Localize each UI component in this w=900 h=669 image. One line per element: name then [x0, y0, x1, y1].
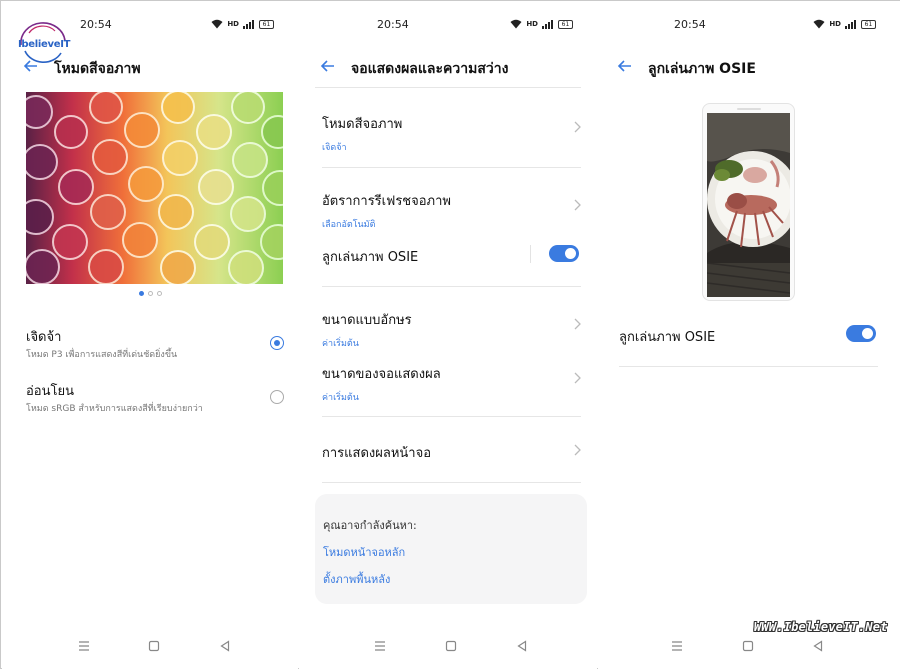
logo-wordmark: IbelieveIT	[18, 39, 71, 50]
suggestions-card: คุณอาจกำลังค้นหา: โหมดหน้าจอหลัก ตั้งภาพ…	[315, 494, 587, 604]
settings-row-osie[interactable]: ลูกเล่นภาพ OSIE	[322, 245, 581, 266]
menu-icon[interactable]	[373, 639, 387, 653]
row-title: ขนาดแบบอักษร	[322, 313, 412, 328]
chevron-right-icon	[573, 372, 581, 384]
color-mode-option-gentle[interactable]: อ่อนโยน โหมด sRGB สำหรับการแสดงสีที่เรีย…	[26, 380, 284, 420]
pager-dot[interactable]	[156, 291, 162, 296]
suggestion-link-home-screen-mode[interactable]: โหมดหน้าจอหลัก	[323, 543, 405, 561]
home-square-icon[interactable]	[444, 639, 458, 653]
status-time: 20:54	[674, 18, 706, 31]
screen-color-mode: 20:54 HD 61 โหมดสีจอภาพ เจิดจ้า โหมด P3 …	[2, 1, 298, 669]
battery-icon: 61	[259, 19, 274, 29]
radio-unselected[interactable]	[270, 390, 284, 404]
osie-toggle-switch[interactable]	[846, 325, 876, 342]
divider	[322, 286, 581, 287]
row-title: ขนาดของจอแสดงผล	[322, 367, 441, 382]
system-nav-bar	[2, 639, 298, 655]
dual-sim-icon: HD	[829, 20, 841, 28]
row-value: ค่าเริ่มต้น	[322, 393, 359, 403]
chevron-right-icon	[573, 199, 581, 211]
wifi-icon	[211, 19, 223, 29]
row-value: เจิดจ้า	[322, 143, 347, 153]
status-time: 20:54	[80, 18, 112, 31]
app-header: จอแสดงผลและความสว่าง	[299, 56, 597, 78]
system-nav-bar	[598, 639, 900, 655]
chevron-right-icon	[573, 318, 581, 330]
status-bar: 20:54 HD 61	[299, 17, 597, 33]
row-title: โหมดสีจอภาพ	[322, 117, 403, 132]
screen-display-brightness: 20:54 HD 61 จอแสดงผลและความสว่าง โหมดสีจ…	[299, 1, 597, 669]
back-triangle-icon[interactable]	[218, 639, 232, 653]
home-square-icon[interactable]	[147, 639, 161, 653]
settings-row-refresh-rate[interactable]: อัตราการรีเฟรชจอภาพ เลือกอัตโนมัติ	[322, 190, 581, 231]
chevron-right-icon	[573, 444, 581, 456]
status-icons: HD 61	[211, 19, 274, 29]
site-watermark: WWW.IbelieveIT.Net	[754, 620, 888, 634]
settings-row-color-mode[interactable]: โหมดสีจอภาพ เจิดจ้า	[322, 113, 581, 154]
status-icons: HD 61	[510, 19, 573, 29]
vertical-separator	[530, 245, 531, 263]
suggestion-link-set-wallpaper[interactable]: ตั้งภาพพื้นหลัง	[323, 570, 390, 588]
row-title: ลูกเล่นภาพ OSIE	[619, 330, 716, 345]
row-title: ลูกเล่นภาพ OSIE	[322, 250, 419, 265]
settings-row-display-size[interactable]: ขนาดของจอแสดงผล ค่าเริ่มต้น	[322, 363, 581, 404]
color-mode-option-vivid[interactable]: เจิดจ้า โหมด P3 เพื่อการแสดงสีที่เด่นชัด…	[26, 326, 284, 366]
osie-preview-image	[707, 113, 790, 297]
wifi-icon	[510, 19, 522, 29]
arrow-left-icon[interactable]	[616, 57, 634, 75]
status-time: 20:54	[377, 18, 409, 31]
divider	[619, 366, 878, 367]
settings-row-font-size[interactable]: ขนาดแบบอักษร ค่าเริ่มต้น	[322, 309, 581, 350]
divider	[315, 87, 581, 88]
back-triangle-icon[interactable]	[811, 639, 825, 653]
home-square-icon[interactable]	[741, 639, 755, 653]
option-subtitle: โหมด sRGB สำหรับการแสดงสีที่เรียบง่ายกว่…	[26, 404, 203, 414]
status-icons: HD 61	[813, 19, 876, 29]
page-title: ลูกเล่นภาพ OSIE	[648, 61, 756, 77]
settings-row-screen-display[interactable]: การแสดงผลหน้าจอ	[322, 442, 581, 463]
option-title: อ่อนโยน	[26, 384, 74, 399]
status-bar: 20:54 HD 61	[598, 17, 900, 33]
image-pager	[2, 291, 298, 296]
pager-dot[interactable]	[147, 291, 153, 296]
dual-sim-icon: HD	[227, 20, 239, 28]
back-triangle-icon[interactable]	[515, 639, 529, 653]
page-title: จอแสดงผลและความสว่าง	[351, 61, 509, 77]
screen-osie-effect: 20:54 HD 61 ลูกเล่นภาพ OSIE ลูกเล่นภาพ O…	[598, 1, 900, 669]
phone-preview-mockup	[702, 103, 795, 301]
wifi-icon	[813, 19, 825, 29]
divider	[322, 167, 581, 168]
screenshot-frame: 20:54 HD 61 โหมดสีจอภาพ เจิดจ้า โหมด P3 …	[0, 0, 900, 669]
phone-speaker	[737, 108, 761, 110]
row-value: ค่าเริ่มต้น	[322, 339, 359, 349]
signal-icon	[845, 19, 857, 29]
divider	[322, 482, 581, 483]
chevron-right-icon	[573, 121, 581, 133]
app-header: ลูกเล่นภาพ OSIE	[598, 56, 900, 78]
radio-selected[interactable]	[270, 336, 284, 350]
option-subtitle: โหมด P3 เพื่อการแสดงสีที่เด่นชัดยิ่งขึ้น	[26, 350, 178, 360]
osie-toggle-row[interactable]: ลูกเล่นภาพ OSIE	[619, 325, 878, 346]
arrow-left-icon[interactable]	[319, 57, 337, 75]
row-value: เลือกอัตโนมัติ	[322, 220, 376, 230]
battery-icon: 61	[558, 19, 573, 29]
menu-icon[interactable]	[670, 639, 684, 653]
signal-icon	[243, 19, 255, 29]
osie-toggle-switch[interactable]	[549, 245, 579, 262]
row-title: การแสดงผลหน้าจอ	[322, 446, 432, 461]
menu-icon[interactable]	[77, 639, 91, 653]
dual-sim-icon: HD	[526, 20, 538, 28]
system-nav-bar	[299, 639, 597, 655]
divider	[322, 416, 581, 417]
row-title: อัตราการรีเฟรชจอภาพ	[322, 194, 451, 209]
option-title: เจิดจ้า	[26, 330, 62, 345]
color-preview-image[interactable]	[26, 92, 283, 284]
signal-icon	[542, 19, 554, 29]
suggestions-heading: คุณอาจกำลังค้นหา:	[323, 519, 417, 532]
battery-icon: 61	[861, 19, 876, 29]
citrus-slices-image	[26, 92, 283, 284]
pager-dot-active[interactable]	[138, 291, 144, 296]
